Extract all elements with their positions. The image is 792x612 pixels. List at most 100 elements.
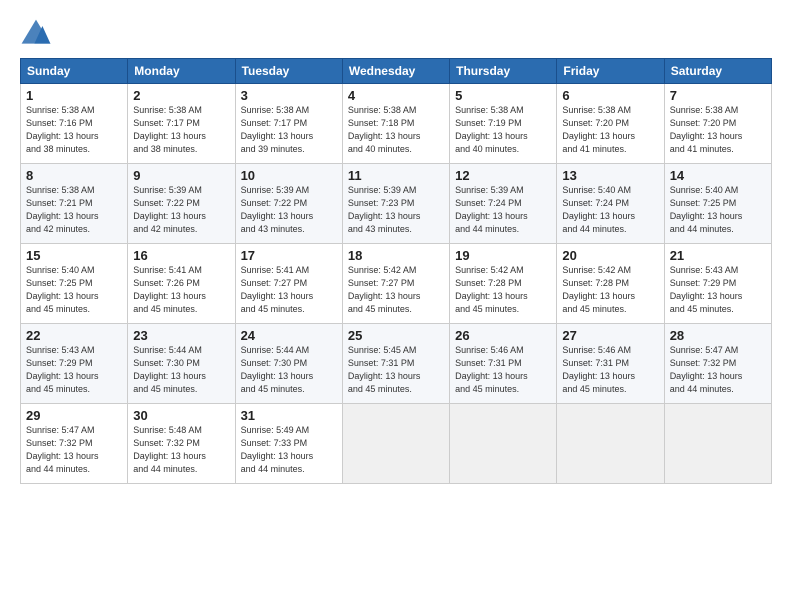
day-cell-24: 24Sunrise: 5:44 AMSunset: 7:30 PMDayligh… <box>235 324 342 404</box>
day-info: Sunrise: 5:46 AMSunset: 7:31 PMDaylight:… <box>562 344 658 396</box>
day-cell-9: 9Sunrise: 5:39 AMSunset: 7:22 PMDaylight… <box>128 164 235 244</box>
day-number: 28 <box>670 328 766 343</box>
calendar-week-5: 29Sunrise: 5:47 AMSunset: 7:32 PMDayligh… <box>21 404 772 484</box>
day-cell-27: 27Sunrise: 5:46 AMSunset: 7:31 PMDayligh… <box>557 324 664 404</box>
day-number: 8 <box>26 168 122 183</box>
logo <box>20 18 56 50</box>
day-number: 25 <box>348 328 444 343</box>
day-info: Sunrise: 5:38 AMSunset: 7:17 PMDaylight:… <box>133 104 229 156</box>
calendar-table: SundayMondayTuesdayWednesdayThursdayFrid… <box>20 58 772 484</box>
days-header-row: SundayMondayTuesdayWednesdayThursdayFrid… <box>21 59 772 84</box>
logo-icon <box>20 18 52 50</box>
day-number: 26 <box>455 328 551 343</box>
day-cell-20: 20Sunrise: 5:42 AMSunset: 7:28 PMDayligh… <box>557 244 664 324</box>
empty-cell <box>450 404 557 484</box>
day-number: 11 <box>348 168 444 183</box>
day-info: Sunrise: 5:47 AMSunset: 7:32 PMDaylight:… <box>670 344 766 396</box>
day-cell-1: 1Sunrise: 5:38 AMSunset: 7:16 PMDaylight… <box>21 84 128 164</box>
day-info: Sunrise: 5:40 AMSunset: 7:24 PMDaylight:… <box>562 184 658 236</box>
day-info: Sunrise: 5:38 AMSunset: 7:21 PMDaylight:… <box>26 184 122 236</box>
day-number: 9 <box>133 168 229 183</box>
day-info: Sunrise: 5:47 AMSunset: 7:32 PMDaylight:… <box>26 424 122 476</box>
day-info: Sunrise: 5:42 AMSunset: 7:28 PMDaylight:… <box>455 264 551 316</box>
day-info: Sunrise: 5:49 AMSunset: 7:33 PMDaylight:… <box>241 424 337 476</box>
day-info: Sunrise: 5:38 AMSunset: 7:18 PMDaylight:… <box>348 104 444 156</box>
day-number: 16 <box>133 248 229 263</box>
day-header-saturday: Saturday <box>664 59 771 84</box>
day-cell-23: 23Sunrise: 5:44 AMSunset: 7:30 PMDayligh… <box>128 324 235 404</box>
day-cell-14: 14Sunrise: 5:40 AMSunset: 7:25 PMDayligh… <box>664 164 771 244</box>
day-number: 6 <box>562 88 658 103</box>
day-number: 18 <box>348 248 444 263</box>
day-cell-10: 10Sunrise: 5:39 AMSunset: 7:22 PMDayligh… <box>235 164 342 244</box>
day-number: 10 <box>241 168 337 183</box>
day-cell-11: 11Sunrise: 5:39 AMSunset: 7:23 PMDayligh… <box>342 164 449 244</box>
day-header-tuesday: Tuesday <box>235 59 342 84</box>
day-number: 7 <box>670 88 766 103</box>
day-header-sunday: Sunday <box>21 59 128 84</box>
day-number: 2 <box>133 88 229 103</box>
day-info: Sunrise: 5:43 AMSunset: 7:29 PMDaylight:… <box>26 344 122 396</box>
calendar-week-1: 1Sunrise: 5:38 AMSunset: 7:16 PMDaylight… <box>21 84 772 164</box>
day-info: Sunrise: 5:40 AMSunset: 7:25 PMDaylight:… <box>26 264 122 316</box>
day-cell-16: 16Sunrise: 5:41 AMSunset: 7:26 PMDayligh… <box>128 244 235 324</box>
day-info: Sunrise: 5:38 AMSunset: 7:19 PMDaylight:… <box>455 104 551 156</box>
day-number: 14 <box>670 168 766 183</box>
day-info: Sunrise: 5:38 AMSunset: 7:20 PMDaylight:… <box>670 104 766 156</box>
day-info: Sunrise: 5:41 AMSunset: 7:26 PMDaylight:… <box>133 264 229 316</box>
empty-cell <box>557 404 664 484</box>
calendar-body: 1Sunrise: 5:38 AMSunset: 7:16 PMDaylight… <box>21 84 772 484</box>
day-number: 19 <box>455 248 551 263</box>
day-cell-29: 29Sunrise: 5:47 AMSunset: 7:32 PMDayligh… <box>21 404 128 484</box>
day-number: 22 <box>26 328 122 343</box>
day-info: Sunrise: 5:39 AMSunset: 7:22 PMDaylight:… <box>133 184 229 236</box>
day-cell-31: 31Sunrise: 5:49 AMSunset: 7:33 PMDayligh… <box>235 404 342 484</box>
day-info: Sunrise: 5:41 AMSunset: 7:27 PMDaylight:… <box>241 264 337 316</box>
day-cell-2: 2Sunrise: 5:38 AMSunset: 7:17 PMDaylight… <box>128 84 235 164</box>
empty-cell <box>664 404 771 484</box>
day-number: 29 <box>26 408 122 423</box>
day-header-wednesday: Wednesday <box>342 59 449 84</box>
day-cell-8: 8Sunrise: 5:38 AMSunset: 7:21 PMDaylight… <box>21 164 128 244</box>
calendar-week-4: 22Sunrise: 5:43 AMSunset: 7:29 PMDayligh… <box>21 324 772 404</box>
day-info: Sunrise: 5:40 AMSunset: 7:25 PMDaylight:… <box>670 184 766 236</box>
day-number: 3 <box>241 88 337 103</box>
day-info: Sunrise: 5:44 AMSunset: 7:30 PMDaylight:… <box>133 344 229 396</box>
day-cell-7: 7Sunrise: 5:38 AMSunset: 7:20 PMDaylight… <box>664 84 771 164</box>
day-number: 4 <box>348 88 444 103</box>
day-info: Sunrise: 5:44 AMSunset: 7:30 PMDaylight:… <box>241 344 337 396</box>
day-info: Sunrise: 5:46 AMSunset: 7:31 PMDaylight:… <box>455 344 551 396</box>
day-number: 1 <box>26 88 122 103</box>
day-info: Sunrise: 5:42 AMSunset: 7:27 PMDaylight:… <box>348 264 444 316</box>
day-number: 31 <box>241 408 337 423</box>
day-number: 17 <box>241 248 337 263</box>
day-cell-28: 28Sunrise: 5:47 AMSunset: 7:32 PMDayligh… <box>664 324 771 404</box>
day-info: Sunrise: 5:43 AMSunset: 7:29 PMDaylight:… <box>670 264 766 316</box>
day-info: Sunrise: 5:38 AMSunset: 7:17 PMDaylight:… <box>241 104 337 156</box>
day-cell-22: 22Sunrise: 5:43 AMSunset: 7:29 PMDayligh… <box>21 324 128 404</box>
day-number: 20 <box>562 248 658 263</box>
day-cell-5: 5Sunrise: 5:38 AMSunset: 7:19 PMDaylight… <box>450 84 557 164</box>
day-header-monday: Monday <box>128 59 235 84</box>
day-info: Sunrise: 5:45 AMSunset: 7:31 PMDaylight:… <box>348 344 444 396</box>
day-info: Sunrise: 5:38 AMSunset: 7:20 PMDaylight:… <box>562 104 658 156</box>
day-number: 30 <box>133 408 229 423</box>
day-cell-4: 4Sunrise: 5:38 AMSunset: 7:18 PMDaylight… <box>342 84 449 164</box>
day-cell-3: 3Sunrise: 5:38 AMSunset: 7:17 PMDaylight… <box>235 84 342 164</box>
day-number: 12 <box>455 168 551 183</box>
day-info: Sunrise: 5:42 AMSunset: 7:28 PMDaylight:… <box>562 264 658 316</box>
day-cell-21: 21Sunrise: 5:43 AMSunset: 7:29 PMDayligh… <box>664 244 771 324</box>
calendar-week-3: 15Sunrise: 5:40 AMSunset: 7:25 PMDayligh… <box>21 244 772 324</box>
day-cell-12: 12Sunrise: 5:39 AMSunset: 7:24 PMDayligh… <box>450 164 557 244</box>
day-number: 23 <box>133 328 229 343</box>
empty-cell <box>342 404 449 484</box>
day-cell-19: 19Sunrise: 5:42 AMSunset: 7:28 PMDayligh… <box>450 244 557 324</box>
day-number: 24 <box>241 328 337 343</box>
day-cell-6: 6Sunrise: 5:38 AMSunset: 7:20 PMDaylight… <box>557 84 664 164</box>
calendar-week-2: 8Sunrise: 5:38 AMSunset: 7:21 PMDaylight… <box>21 164 772 244</box>
day-cell-17: 17Sunrise: 5:41 AMSunset: 7:27 PMDayligh… <box>235 244 342 324</box>
header-row <box>20 18 772 50</box>
day-info: Sunrise: 5:48 AMSunset: 7:32 PMDaylight:… <box>133 424 229 476</box>
day-cell-13: 13Sunrise: 5:40 AMSunset: 7:24 PMDayligh… <box>557 164 664 244</box>
day-number: 5 <box>455 88 551 103</box>
